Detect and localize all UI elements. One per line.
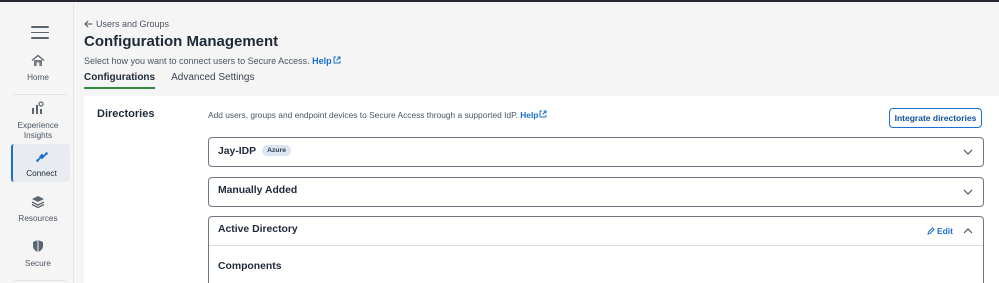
sidebar-item-home[interactable]: Home — [6, 54, 70, 83]
page-title: Configuration Management — [84, 33, 279, 50]
directories-title: Directories — [97, 108, 155, 120]
sidebar-item-label: Experience Insights — [17, 121, 59, 140]
sidebar-item-label: Home — [27, 73, 49, 82]
breadcrumb-back-link[interactable]: Users and Groups — [84, 19, 169, 29]
directory-name: Jay-IDP Azure — [218, 145, 292, 157]
external-link-icon — [539, 110, 547, 118]
sidebar-item-label: Connect — [26, 169, 57, 178]
help-link[interactable]: Help — [312, 56, 341, 66]
sidebar-item-label: Secure — [25, 259, 51, 268]
home-icon — [31, 54, 45, 66]
sidebar-divider — [14, 94, 66, 95]
breadcrumb-label: Users and Groups — [96, 19, 170, 29]
arrow-left-icon — [84, 20, 93, 28]
help-link-label: Help — [312, 56, 332, 66]
directory-card-active-directory: Active Directory Edit Components — [208, 216, 984, 283]
card-divider — [209, 245, 983, 246]
resources-icon — [31, 196, 45, 208]
tab-bar: Configurations Advanced Settings — [84, 72, 255, 89]
pencil-icon — [927, 227, 935, 235]
window-top-border — [0, 0, 999, 2]
directories-description-text: Add users, groups and endpoint devices t… — [208, 110, 518, 120]
directory-card-jay-idp[interactable]: Jay-IDP Azure — [208, 137, 984, 167]
directories-description: Add users, groups and endpoint devices t… — [208, 110, 547, 120]
integrate-directories-button[interactable]: Integrate directories — [889, 108, 982, 128]
chevron-up-icon[interactable] — [963, 228, 973, 234]
shield-icon — [33, 240, 43, 252]
directory-card-manually-added[interactable]: Manually Added — [208, 177, 984, 207]
directory-name: Active Directory — [218, 224, 298, 235]
menu-icon[interactable] — [31, 26, 49, 40]
tab-advanced-settings[interactable]: Advanced Settings — [171, 72, 254, 89]
connect-icon — [35, 152, 48, 162]
external-link-icon — [333, 56, 341, 64]
chevron-down-icon[interactable] — [963, 149, 973, 155]
sidebar-divider — [14, 280, 66, 281]
edit-label: Edit — [936, 226, 953, 236]
subtitle-text: Select how you want to connect users to … — [84, 56, 310, 66]
chevron-down-icon[interactable] — [963, 189, 973, 195]
sidebar-item-secure[interactable]: Secure — [6, 239, 70, 269]
sidebar-item-resources[interactable]: Resources — [6, 195, 70, 224]
directories-panel: Directories Add users, groups and endpoi… — [84, 96, 999, 283]
sidebar-item-label: Resources — [18, 214, 58, 223]
help-link-label: Help — [520, 110, 539, 120]
insights-icon — [32, 101, 44, 114]
directory-type-badge: Azure — [262, 145, 292, 156]
page-subtitle: Select how you want to connect users to … — [84, 56, 341, 66]
tab-configurations[interactable]: Configurations — [84, 72, 156, 89]
section-heading-components: Components — [218, 261, 282, 272]
directory-name: Manually Added — [218, 185, 298, 196]
sidebar-item-connect[interactable]: Connect — [11, 144, 70, 182]
directory-name-text: Jay-IDP — [218, 146, 257, 157]
edit-button[interactable]: Edit — [927, 226, 953, 236]
sidebar: Home Experience Insights Connect Resourc… — [0, 2, 74, 283]
sidebar-item-experience-insights[interactable]: Experience Insights — [6, 101, 70, 141]
directories-help-link[interactable]: Help — [520, 110, 547, 120]
